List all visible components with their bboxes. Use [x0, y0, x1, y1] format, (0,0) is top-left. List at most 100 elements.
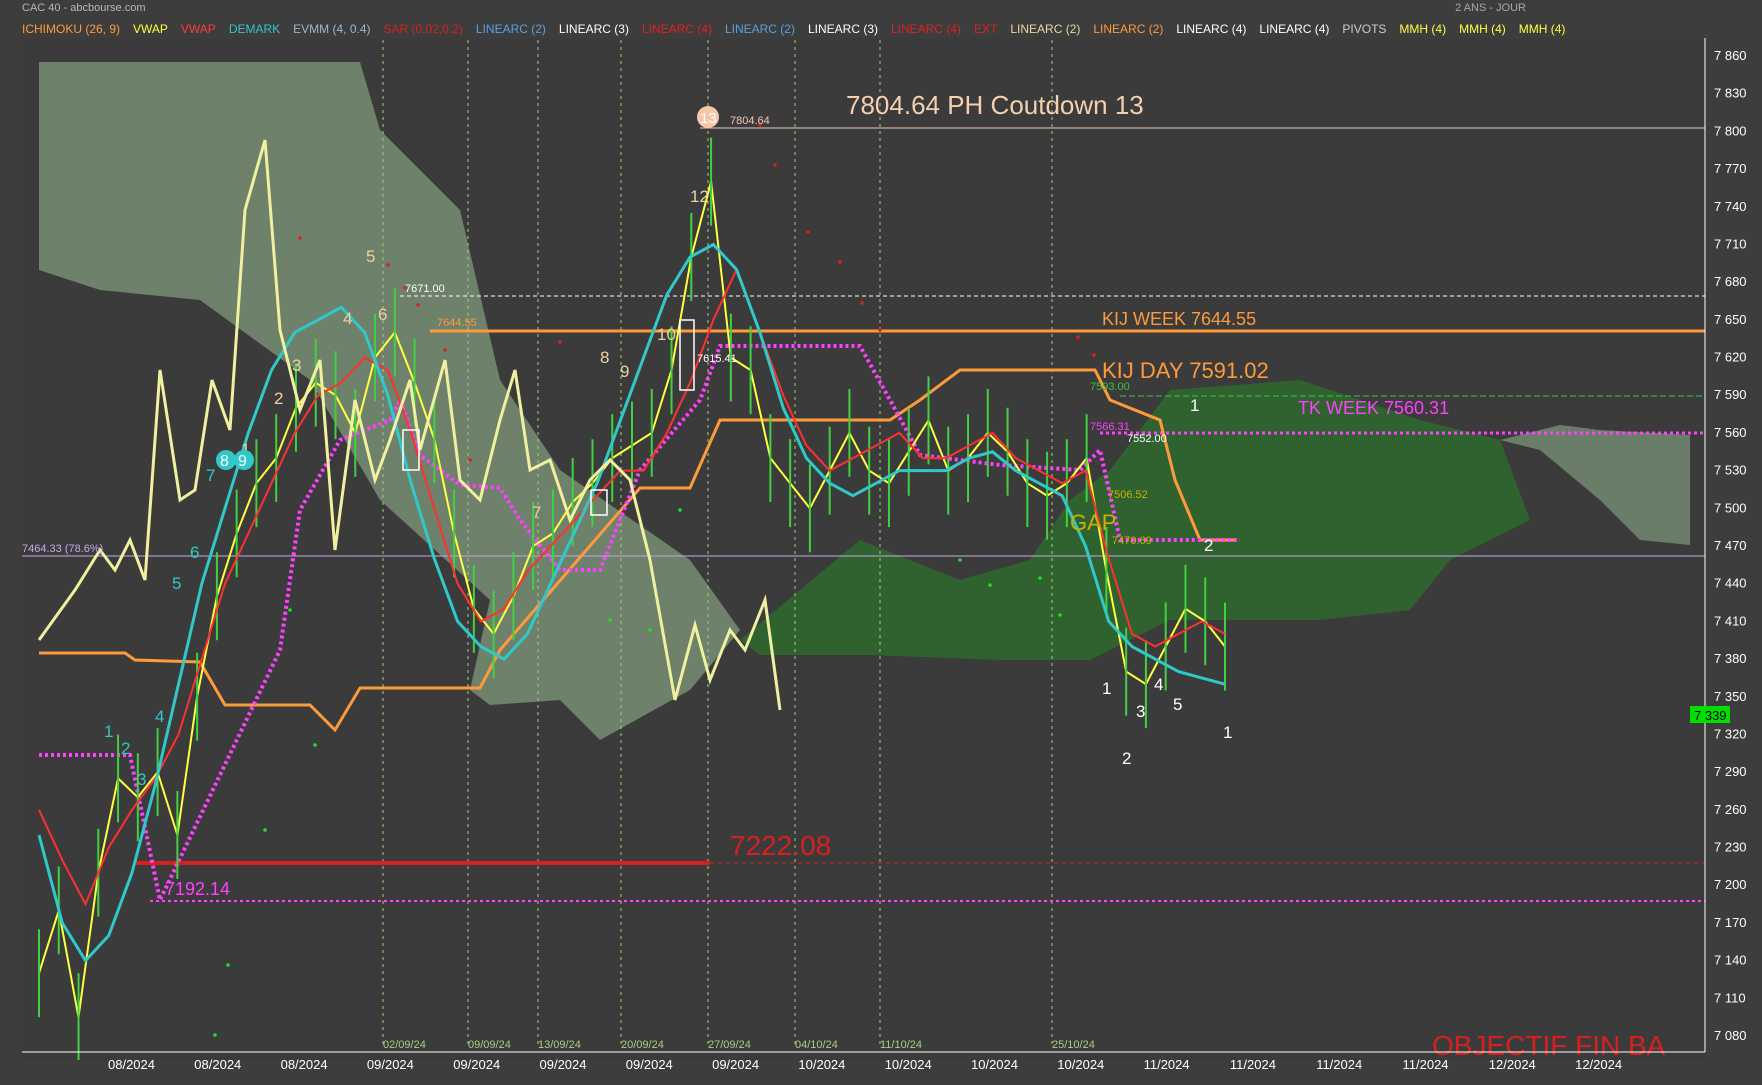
y-tick-label: 7 410	[1714, 613, 1747, 628]
event-date-label: 27/09/24	[708, 1039, 751, 1051]
event-date-label: 25/10/24	[1052, 1039, 1095, 1051]
sar-dot	[838, 260, 842, 264]
svg-text:5: 5	[366, 247, 375, 266]
sar-dot	[386, 263, 390, 267]
x-tick-label: 11/2024	[1403, 1057, 1449, 1072]
level-7615-label: 7615.41	[697, 353, 737, 365]
svg-text:2: 2	[121, 739, 130, 758]
event-date-label: 13/09/24	[538, 1039, 581, 1051]
sar-dot	[806, 230, 810, 234]
svg-text:3: 3	[137, 770, 146, 789]
sar-dot	[860, 301, 864, 305]
svg-text:1: 1	[1223, 723, 1232, 742]
level-7593-label: 7593.00	[1090, 381, 1130, 393]
svg-text:5: 5	[1173, 695, 1182, 714]
svg-text:6: 6	[378, 305, 387, 324]
last-price-label: 7 339	[1694, 708, 1727, 723]
level-7506-label: 7506.52	[1108, 489, 1148, 501]
svg-text:9: 9	[238, 453, 247, 470]
price-chart[interactable]: 02/09/24 09/09/24 13/09/24 20/09/24 27/09/24…	[0, 0, 1762, 1085]
svg-text:4: 4	[343, 309, 352, 328]
x-tick-label: 12/2024	[1489, 1057, 1536, 1072]
pivot-value-label: 7671.00	[405, 283, 445, 295]
kij-week-small-label: 7644.55	[437, 317, 477, 329]
countdown-13-badge: 13	[697, 106, 719, 128]
sar-dot	[443, 348, 447, 352]
x-tick-label: 08/2024	[108, 1057, 155, 1072]
x-tick-label: 11/2024	[1230, 1057, 1276, 1072]
svg-text:12: 12	[690, 187, 709, 206]
y-tick-label: 7 680	[1714, 274, 1747, 289]
y-tick-label: 7 380	[1714, 651, 1747, 666]
sar-dot	[298, 236, 302, 240]
y-axis-ticks: 7 860 7 830 7 800 7 770 7 740 7 710 7 680 7 650…	[1714, 48, 1747, 1043]
x-tick-label: 09/2024	[626, 1057, 673, 1072]
svg-text:2: 2	[1204, 536, 1213, 555]
y-tick-label: 7 110	[1714, 990, 1746, 1005]
level-7566-label: 7566.31	[1090, 421, 1130, 433]
x-tick-label: 10/2024	[971, 1057, 1018, 1072]
y-tick-label: 7 800	[1714, 123, 1747, 138]
y-tick-label: 7 830	[1714, 86, 1747, 101]
svg-text:7: 7	[206, 466, 215, 485]
y-tick-label: 7 710	[1714, 236, 1747, 251]
event-date-label: 02/09/24	[383, 1039, 426, 1051]
kij-day-label: KIJ DAY 7591.02	[1102, 358, 1269, 383]
y-tick-label: 7 770	[1714, 161, 1747, 176]
svg-text:4: 4	[1154, 675, 1163, 694]
sar-dot	[558, 340, 562, 344]
event-date-label: 09/09/24	[468, 1039, 511, 1051]
sar-dot	[773, 163, 777, 167]
tk-week-label: TK WEEK 7560.31	[1298, 398, 1449, 418]
svg-text:2: 2	[1122, 749, 1131, 768]
sar-dot	[313, 743, 317, 747]
sar-dot	[1076, 335, 1080, 339]
sar-dot	[648, 628, 652, 632]
sar-dot	[226, 963, 230, 967]
x-tick-label: 11/2024	[1144, 1057, 1190, 1072]
y-tick-label: 7 470	[1714, 538, 1747, 553]
y-tick-label: 7 530	[1714, 463, 1747, 478]
svg-text:9: 9	[620, 362, 629, 381]
x-tick-label: 08/2024	[281, 1057, 328, 1072]
y-tick-label: 7 560	[1714, 425, 1747, 440]
y-tick-label: 7 860	[1714, 48, 1747, 63]
ph-value-label: 7804.64	[730, 115, 770, 127]
y-tick-label: 7 080	[1714, 1028, 1747, 1043]
y-tick-label: 7 740	[1714, 199, 1747, 214]
y-tick-label: 7 620	[1714, 350, 1747, 365]
level-7552-label: 7552.00	[1127, 433, 1167, 445]
sar-dot	[213, 1033, 217, 1037]
sar-dot	[878, 328, 882, 332]
sar-dot	[1038, 576, 1042, 580]
x-tick-label: 12/2024	[1575, 1057, 1622, 1072]
y-tick-label: 7 290	[1714, 764, 1747, 779]
svg-text:8: 8	[600, 348, 609, 367]
y-tick-label: 7 140	[1714, 953, 1747, 968]
event-date-label: 20/09/24	[621, 1039, 664, 1051]
sar-dot	[1092, 353, 1096, 357]
svg-text:1: 1	[104, 722, 113, 741]
svg-text:8: 8	[220, 453, 229, 470]
y-tick-label: 7 170	[1714, 915, 1747, 930]
sar-dot	[1058, 613, 1062, 617]
magenta-level-label: 7192.14	[165, 879, 230, 899]
objectif-label: OBJECTIF FIN BA	[1432, 1030, 1666, 1061]
svg-text:10: 10	[657, 325, 676, 344]
y-tick-label: 7 500	[1714, 500, 1747, 515]
kij-week-label: KIJ WEEK 7644.55	[1102, 309, 1256, 329]
svg-text:7: 7	[532, 503, 541, 522]
x-tick-label: 11/2024	[1316, 1057, 1362, 1072]
sar-dot	[288, 608, 292, 612]
x-tick-label: 08/2024	[194, 1057, 241, 1072]
x-tick-label: 09/2024	[367, 1057, 414, 1072]
x-tick-label: 09/2024	[540, 1057, 587, 1072]
y-tick-label: 7 590	[1714, 387, 1747, 402]
sar-dot	[678, 508, 682, 512]
event-date-label: 04/10/24	[795, 1039, 838, 1051]
fib-level-label: 7464.33 (78.6%)	[22, 543, 103, 555]
x-tick-label: 10/2024	[798, 1057, 845, 1072]
x-tick-label: 10/2024	[885, 1057, 932, 1072]
svg-text:2: 2	[274, 389, 283, 408]
svg-text:1: 1	[1102, 679, 1111, 698]
